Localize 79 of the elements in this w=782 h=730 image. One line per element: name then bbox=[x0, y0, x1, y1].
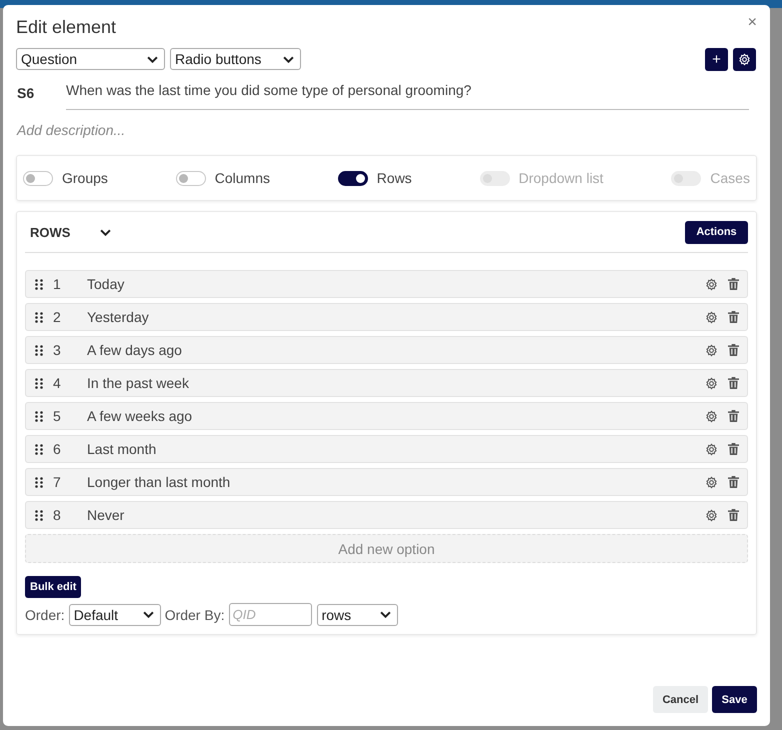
row-number: 4 bbox=[53, 375, 62, 391]
row-number: 8 bbox=[53, 507, 62, 523]
row-number: 2 bbox=[53, 309, 62, 325]
toggle-switch[interactable] bbox=[338, 170, 368, 186]
row-label: A few weeks ago bbox=[87, 408, 192, 424]
caret-icon bbox=[147, 56, 158, 62]
option-row[interactable]: 7 Longer than last month bbox=[25, 468, 748, 496]
trash-icon[interactable] bbox=[728, 509, 739, 521]
row-label: Never bbox=[87, 507, 124, 523]
trash-icon[interactable] bbox=[728, 278, 739, 290]
option-row[interactable]: 6 Last month bbox=[25, 435, 748, 463]
option-row[interactable]: 3 A few days ago bbox=[25, 336, 748, 364]
row-label: A few days ago bbox=[87, 342, 182, 358]
option-row[interactable]: 2 Yesterday bbox=[25, 303, 748, 331]
order-by-field[interactable]: QID bbox=[228, 603, 312, 626]
close-button[interactable]: × bbox=[748, 15, 757, 31]
trash-icon[interactable] bbox=[728, 344, 739, 356]
section-title: ROWS bbox=[30, 224, 70, 240]
row-label: Last month bbox=[87, 441, 156, 457]
option-row[interactable]: 8 Never bbox=[25, 501, 748, 529]
trash-icon[interactable] bbox=[728, 377, 739, 389]
trash-icon[interactable] bbox=[728, 311, 739, 323]
toggle-label: Rows bbox=[376, 170, 412, 186]
caret-icon bbox=[142, 611, 154, 618]
option-row[interactable]: 5 A few weeks ago bbox=[25, 402, 748, 430]
row-number: 7 bbox=[53, 474, 62, 490]
caret-icon bbox=[283, 56, 294, 62]
trash-icon[interactable] bbox=[728, 410, 739, 422]
settings-icon[interactable] bbox=[705, 442, 718, 456]
trash-icon[interactable] bbox=[728, 476, 739, 488]
drag-handle-icon[interactable] bbox=[35, 278, 43, 290]
settings-icon[interactable] bbox=[705, 310, 718, 324]
settings-icon[interactable] bbox=[705, 508, 718, 522]
row-label: Longer than last month bbox=[87, 474, 230, 490]
toggle-label: Groups bbox=[62, 170, 108, 186]
drag-handle-icon[interactable] bbox=[35, 476, 43, 488]
row-number: 5 bbox=[53, 408, 62, 424]
row-number: 3 bbox=[53, 342, 62, 358]
caret-icon bbox=[380, 611, 391, 618]
order-by-dropdown[interactable]: rows bbox=[316, 604, 398, 626]
settings-icon[interactable] bbox=[705, 344, 718, 356]
trash-icon[interactable] bbox=[728, 443, 739, 455]
settings-icon[interactable] bbox=[705, 278, 718, 290]
toggle-label: Cases bbox=[710, 170, 750, 186]
drag-handle-icon[interactable] bbox=[35, 378, 43, 388]
dialog-title: Edit element bbox=[16, 17, 116, 38]
cancel-button[interactable]: Cancel bbox=[653, 686, 708, 713]
toggle-label: Dropdown list bbox=[518, 170, 604, 186]
caret-icon bbox=[100, 228, 112, 236]
drag-handle-icon[interactable] bbox=[35, 444, 43, 454]
drag-handle-icon[interactable] bbox=[35, 344, 43, 356]
toggle-label: Columns bbox=[214, 170, 270, 186]
row-label: Today bbox=[87, 276, 124, 292]
settings-button[interactable] bbox=[733, 48, 756, 70]
option-row[interactable]: 4 In the past week bbox=[25, 369, 748, 397]
row-label: Yesterday bbox=[87, 309, 149, 325]
type-dropdown[interactable]: Question bbox=[16, 48, 165, 70]
row-label: In the past week bbox=[87, 375, 189, 391]
question-id: S6 bbox=[16, 85, 36, 101]
actions-button[interactable]: Actions bbox=[685, 220, 748, 244]
settings-icon[interactable] bbox=[705, 376, 718, 390]
option-row[interactable]: 1 Today bbox=[25, 270, 748, 298]
order-label: Order: bbox=[25, 606, 65, 622]
drag-handle-icon[interactable] bbox=[35, 312, 43, 322]
add-button[interactable]: + bbox=[705, 48, 728, 70]
question-field[interactable]: When was the last time you did some type of personal grooming? bbox=[66, 76, 749, 110]
settings-icon[interactable] bbox=[705, 476, 718, 488]
drag-handle-icon[interactable] bbox=[35, 410, 43, 422]
settings-icon bbox=[738, 52, 751, 66]
type-dropdown[interactable]: Radio buttons bbox=[170, 48, 301, 70]
save-button[interactable]: Save bbox=[712, 686, 757, 713]
description-field[interactable]: Add description... bbox=[16, 119, 318, 141]
order-by-label: Order By: bbox=[164, 606, 225, 622]
order-dropdown[interactable]: Default bbox=[68, 604, 161, 626]
drag-handle-icon[interactable] bbox=[35, 510, 43, 520]
row-number: 1 bbox=[53, 276, 62, 292]
settings-icon[interactable] bbox=[705, 410, 718, 422]
row-number: 6 bbox=[53, 441, 62, 457]
bulk-edit-button[interactable]: Bulk edit bbox=[25, 576, 82, 598]
